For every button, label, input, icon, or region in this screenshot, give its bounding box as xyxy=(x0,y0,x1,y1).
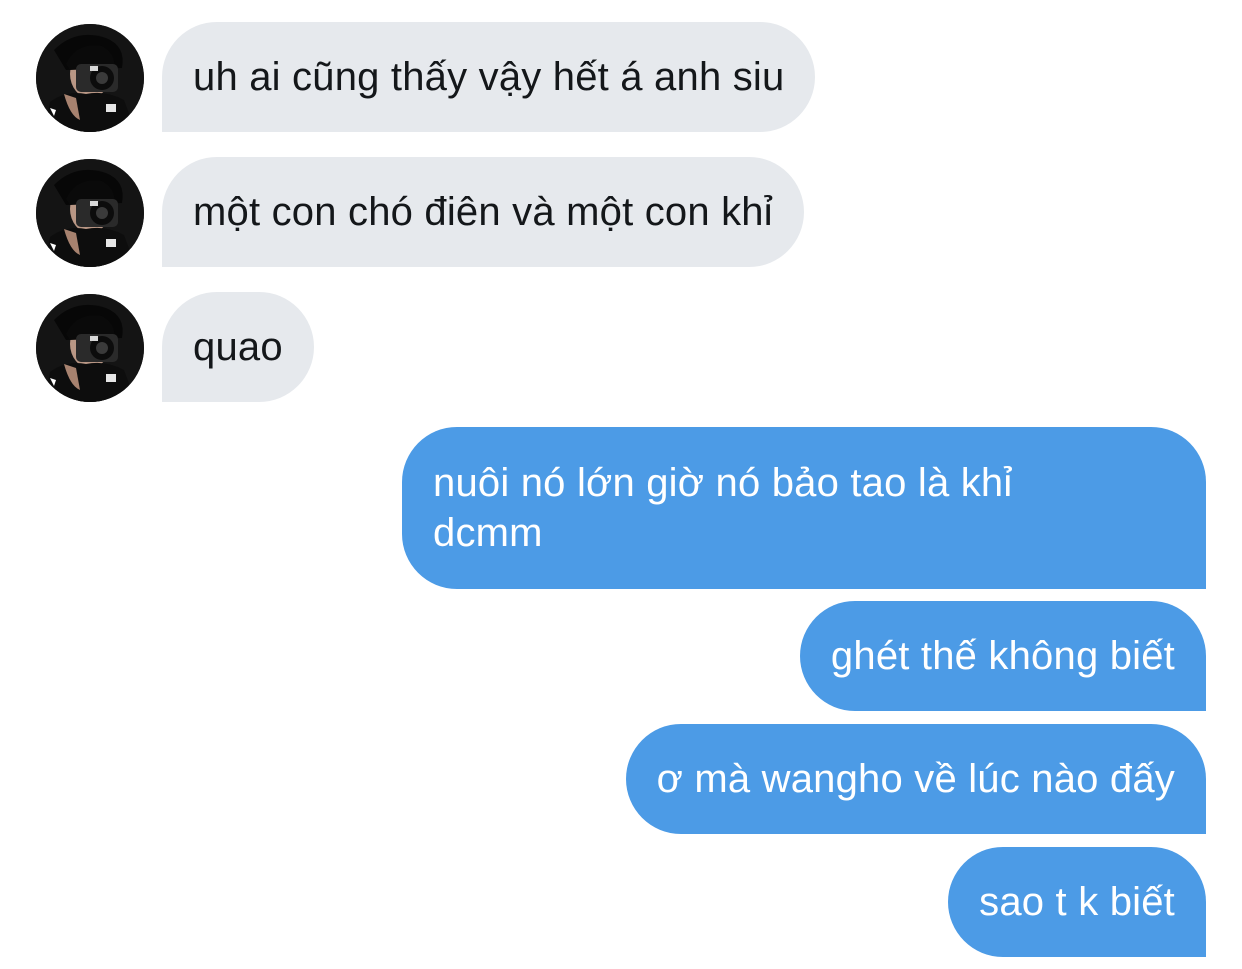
sent-message-bubble[interactable]: ghét thế không biết xyxy=(799,601,1206,711)
sent-message-text: ghét thế không biết xyxy=(830,634,1175,678)
contact-avatar[interactable] xyxy=(36,24,144,132)
received-message-bubble[interactable]: một con chó điên và một con khỉ xyxy=(162,157,804,267)
received-message-text: quao xyxy=(193,325,283,369)
sent-message-text-line: dcmm xyxy=(433,511,543,555)
sent-message-text-line: nuôi nó lớn giờ nó bảo tao là khỉ xyxy=(433,461,1013,505)
received-message-bubble[interactable]: quao xyxy=(162,292,314,402)
sent-message-bubble[interactable]: sao t k biết xyxy=(948,847,1206,957)
avatar-photo-icon xyxy=(36,294,144,402)
received-message-text: uh ai cũng thấy vậy hết á anh siu xyxy=(193,55,785,99)
contact-avatar[interactable] xyxy=(36,294,144,402)
received-message-bubble[interactable]: uh ai cũng thấy vậy hết á anh siu xyxy=(162,22,816,132)
contact-avatar[interactable] xyxy=(36,159,144,267)
sent-message-text: sao t k biết xyxy=(979,880,1175,924)
avatar-photo-icon xyxy=(36,24,144,132)
sent-message-bubble[interactable]: ơ mà wangho về lúc nào đấy xyxy=(625,724,1206,834)
avatar-photo-icon xyxy=(36,159,144,267)
sent-message-text: ơ mà wangho về lúc nào đấy xyxy=(656,757,1175,801)
received-message-text: một con chó điên và một con khỉ xyxy=(193,190,773,234)
sent-message-bubble[interactable]: nuôi nó lớn giờ nó bảo tao là khỉ dcmm xyxy=(402,427,1206,589)
